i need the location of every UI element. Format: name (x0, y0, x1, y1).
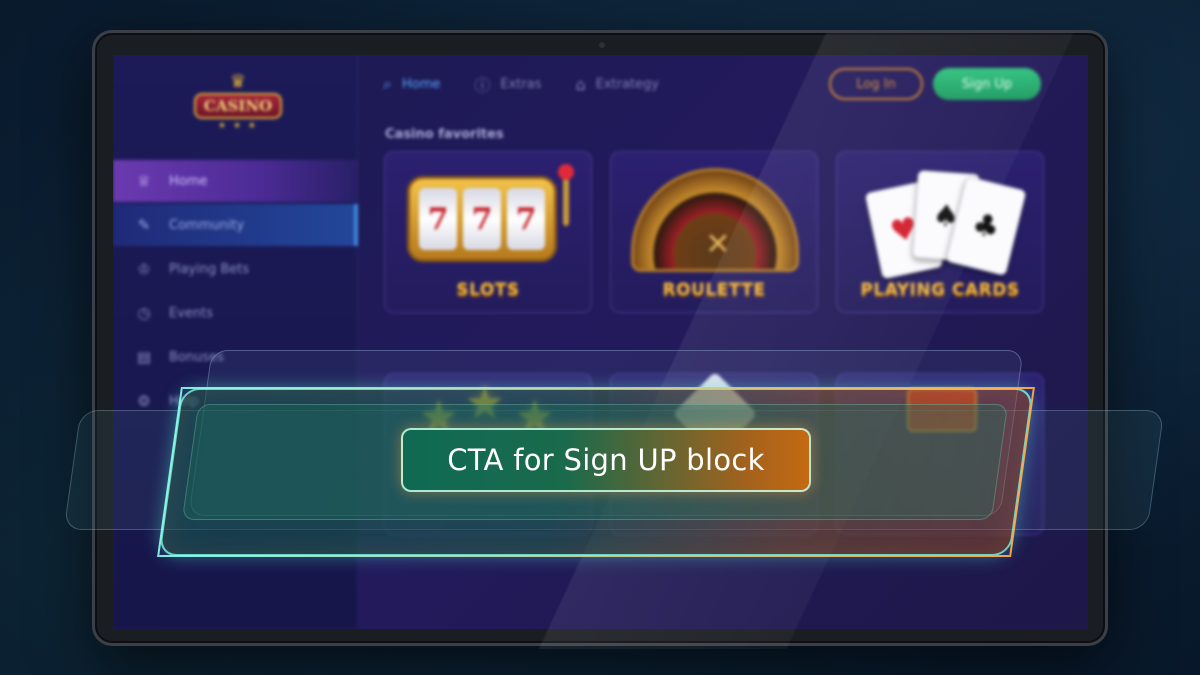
sidebar-item-label: Events (169, 305, 214, 321)
home-icon: ⌂ (575, 74, 586, 94)
logo-stars: ★ ★ ★ (218, 121, 258, 131)
sidebar-item-label: Community (169, 217, 245, 233)
game-card-slots[interactable]: 7 7 7 SLOTS (384, 151, 592, 313)
camera-dot (599, 42, 605, 48)
logo-text: CASINO (193, 93, 283, 119)
crown-icon: ♛ (229, 71, 247, 92)
tab-label: Home (401, 76, 441, 92)
search-icon: ⌕ (383, 74, 392, 93)
tab-extras[interactable]: ⓘ Extras (474, 72, 541, 96)
tab-label: Extrategy (595, 76, 659, 92)
chess-icon: ♔ (137, 260, 151, 278)
card-label: ROULETTE (662, 280, 766, 300)
gift-icon: ▤ (136, 348, 152, 366)
signup-button[interactable]: Sign Up (933, 68, 1041, 100)
gear-icon: ⚙ (137, 392, 151, 410)
roulette-hub-icon: ✕ (705, 227, 731, 262)
slot-lever-icon (558, 164, 574, 226)
playing-cards-icon: ♥ ♠ ♣ (863, 169, 1027, 280)
cta-signup-button[interactable]: CTA for Sign UP block (401, 428, 811, 492)
slot-reel: 7 (507, 188, 545, 250)
clock-icon: ◷ (137, 304, 151, 322)
game-card-roulette[interactable]: ✕ ROULETTE (610, 151, 818, 313)
sidebar-item-label: Playing Bets (169, 261, 250, 277)
sidebar-item-playing-bets[interactable]: ♔ Playing Bets (113, 248, 358, 290)
crown-icon: ♕ (137, 172, 151, 190)
pencil-icon: ✎ (137, 216, 151, 234)
login-button[interactable]: Log In (829, 68, 923, 100)
roulette-wheel-icon: ✕ (631, 168, 799, 272)
card-label: PLAYING CARDS (860, 280, 1020, 300)
casino-logo[interactable]: ♛ CASINO ★ ★ ★ (193, 73, 283, 143)
tab-home[interactable]: ⌕ Home (383, 74, 440, 94)
sidebar-item-label: Home (169, 173, 208, 189)
section-title: Casino favorites (385, 127, 504, 142)
info-icon: ⓘ (474, 76, 491, 95)
card-label: SLOTS (456, 280, 520, 300)
sidebar-item-events[interactable]: ◷ Events (113, 292, 358, 334)
tab-extrategy[interactable]: ⌂ Extrategy (575, 75, 659, 94)
game-card-playing-cards[interactable]: ♥ ♠ ♣ PLAYING CARDS (836, 151, 1044, 313)
slot-reel: 7 (463, 188, 501, 250)
slot-reel: 7 (419, 188, 457, 250)
top-navigation: ⌕ Home ⓘ Extras ⌂ Extrategy (383, 67, 693, 101)
slot-machine-icon: 7 7 7 (407, 176, 557, 262)
tab-label: Extras (500, 76, 542, 92)
sidebar-item-home[interactable]: ♕ Home (113, 160, 358, 202)
sidebar-item-community[interactable]: ✎ Community (113, 204, 358, 246)
